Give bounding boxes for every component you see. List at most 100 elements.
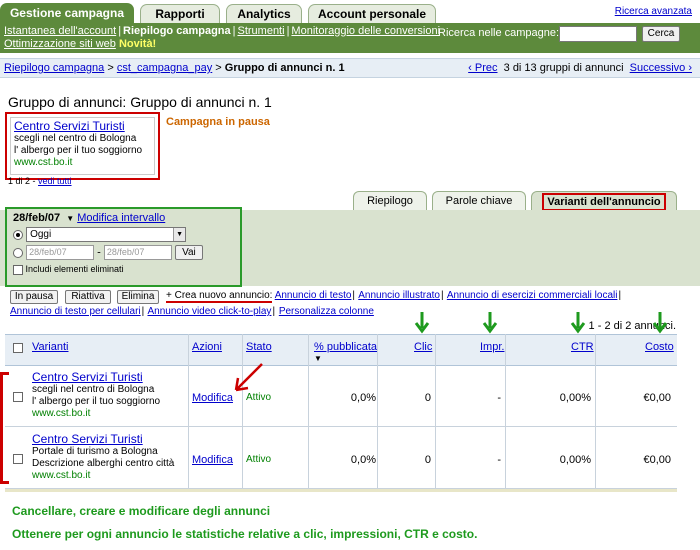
ctr-cell: 0,00% [559, 392, 591, 404]
caption-manage: Cancellare, creare e modificare degli an… [12, 504, 271, 518]
row-checkbox[interactable] [13, 392, 23, 402]
ad-url: www.cst.bo.it [32, 408, 91, 419]
create-video-ad[interactable]: Annuncio video click-to-play [147, 306, 271, 317]
breadcrumb-riepilogo[interactable]: Riepilogo campagna [4, 62, 104, 74]
tab-varianti-label: Varianti dell'annuncio [542, 193, 666, 211]
ad-count: 1 di 2 - vedi tutti [8, 176, 72, 186]
col-divider [242, 334, 243, 492]
ctr-cell: 0,00% [559, 454, 591, 466]
include-deleted-checkbox[interactable] [13, 264, 23, 275]
ad-title-link[interactable]: Centro Servizi Turisti [32, 432, 143, 446]
col-divider [308, 334, 309, 492]
ad-title-link[interactable]: Centro Servizi Turisti [32, 370, 143, 384]
enable-button[interactable]: Riattiva [65, 290, 111, 304]
ad-line2: l' albergo per il tuo soggiorno [32, 396, 161, 407]
col-pubblicata[interactable]: % pubblicata [314, 341, 377, 353]
tab-analytics[interactable]: Analytics [226, 4, 302, 24]
caption-stats: Ottenere per ogni annuncio le statistich… [12, 527, 478, 541]
tab-parole-chiave[interactable]: Parole chiave [432, 191, 526, 211]
pager-prev[interactable]: ‹ Prec [468, 62, 497, 74]
edit-link[interactable]: Modifica [192, 454, 233, 466]
caret-down-icon: ▼ [66, 214, 75, 223]
ad-url: www.cst.bo.it [32, 470, 91, 481]
create-ad-links-2: Annuncio di testo per cellulari| Annunci… [10, 306, 374, 317]
advanced-search-link[interactable]: Ricerca avanzata [615, 6, 692, 17]
col-ctr[interactable]: CTR [571, 341, 594, 353]
status-cell: Attivo [246, 454, 272, 465]
page-title: Gruppo di annunci: Gruppo di annunci n. … [8, 94, 272, 110]
go-button[interactable]: Vai [174, 245, 203, 260]
create-image-ad[interactable]: Annuncio illustrato [358, 290, 440, 301]
row-checkbox[interactable] [13, 454, 23, 464]
subnav-riepilogo[interactable]: Riepilogo campagna [123, 25, 231, 37]
col-stato[interactable]: Stato [246, 341, 272, 353]
table-footer [5, 489, 677, 492]
edit-link[interactable]: Modifica [192, 392, 233, 404]
view-all-link[interactable]: vedi tutti [38, 176, 72, 186]
impr-cell: - [497, 392, 501, 404]
green-arrow-down-icon [482, 312, 498, 334]
tab-account-personale[interactable]: Account personale [308, 4, 436, 24]
table-row: Centro Servizi Turisti scegli nel centro… [5, 366, 677, 427]
current-date: 28/feb/07 [13, 212, 61, 224]
radio-preset[interactable] [13, 229, 23, 240]
subnav-monitoraggio[interactable]: Monitoraggio delle conversioni [291, 25, 440, 37]
search-button[interactable]: Cerca [642, 26, 680, 42]
ad-preview-line1: scegli nel centro di Bologna [14, 133, 137, 144]
subnav-istantanea[interactable]: Istantanea dell'account [4, 25, 116, 37]
ad-preview: Centro Servizi Turisti scegli nel centro… [10, 117, 155, 175]
breadcrumb-current: Gruppo di annunci n. 1 [224, 62, 345, 74]
clicks-cell: 0 [424, 454, 431, 466]
ad-preview-url: www.cst.bo.it [14, 157, 73, 168]
pause-button[interactable]: In pausa [10, 290, 58, 304]
preset-select[interactable]: Oggi ▼ [26, 227, 187, 242]
ad-line1: Portale di turismo a Bologna [32, 446, 158, 457]
col-divider [595, 334, 596, 492]
create-ad-label: + Crea nuovo annuncio: [166, 290, 273, 303]
pager: ‹ Prec 3 di 13 gruppi di annunci Success… [468, 62, 692, 74]
modify-range-link[interactable]: Modifica intervallo [77, 212, 165, 224]
col-varianti[interactable]: Varianti [32, 341, 68, 353]
ad-preview-highlight: Centro Servizi Turisti scegli nel centro… [5, 112, 160, 180]
breadcrumb-campaign[interactable]: cst_campagna_pay [117, 62, 212, 74]
table-header: Varianti Azioni Stato % pubblicata ▼ Cli… [5, 334, 677, 366]
green-arrow-down-icon [570, 312, 586, 334]
customize-columns[interactable]: Personalizza colonne [279, 306, 374, 317]
ad-preview-title[interactable]: Centro Servizi Turisti [14, 119, 125, 133]
subnav-strumenti[interactable]: Strumenti [237, 25, 284, 37]
top-tabs: Gestione campagna Rapporti Analytics Acc… [0, 0, 700, 24]
search-input[interactable] [559, 26, 637, 42]
green-arrow-down-icon [652, 312, 668, 334]
col-divider [188, 334, 189, 492]
col-divider [505, 334, 506, 492]
pager-next[interactable]: Successivo › [630, 62, 692, 74]
delete-button[interactable]: Elimina [117, 290, 159, 304]
create-text-ad[interactable]: Annuncio di testo [275, 290, 352, 301]
impr-cell: - [497, 454, 501, 466]
subnav-ottimizzazione[interactable]: Ottimizzazione siti web [4, 38, 116, 50]
to-date-input[interactable]: 28/feb/07 [103, 245, 172, 260]
from-date-input[interactable]: 28/feb/07 [26, 245, 95, 260]
breadcrumb-separator: > [104, 62, 117, 74]
create-local-ad[interactable]: Annuncio di esercizi commerciali locali [447, 290, 618, 301]
col-clic[interactable]: Clic [414, 341, 432, 353]
create-mobile-ad[interactable]: Annuncio di testo per cellulari [10, 306, 141, 317]
pager-position: 3 di 13 gruppi di annunci [503, 62, 624, 74]
pct-cell: 0,0% [350, 454, 376, 466]
pct-cell: 0,0% [350, 392, 376, 404]
select-all-checkbox[interactable] [13, 343, 23, 353]
campaign-status: Campagna in pausa [166, 116, 270, 128]
tab-gestione-campagna[interactable]: Gestione campagna [0, 3, 134, 24]
radio-custom[interactable] [13, 247, 23, 258]
tab-rapporti[interactable]: Rapporti [140, 4, 220, 24]
sort-desc-icon: ▼ [314, 354, 322, 363]
sub-navigation: Istantanea dell'account | Riepilogo campag… [0, 23, 700, 53]
col-divider [377, 334, 378, 492]
tab-varianti-annuncio[interactable]: Varianti dell'annuncio [531, 191, 677, 211]
col-impr[interactable]: Impr. [480, 341, 504, 353]
include-deleted-label: Includi elementi eliminati [25, 264, 124, 274]
col-azioni[interactable]: Azioni [192, 341, 222, 353]
cost-cell: €0,00 [643, 454, 671, 466]
tab-riepilogo[interactable]: Riepilogo [353, 191, 427, 211]
col-costo[interactable]: Costo [645, 341, 674, 353]
